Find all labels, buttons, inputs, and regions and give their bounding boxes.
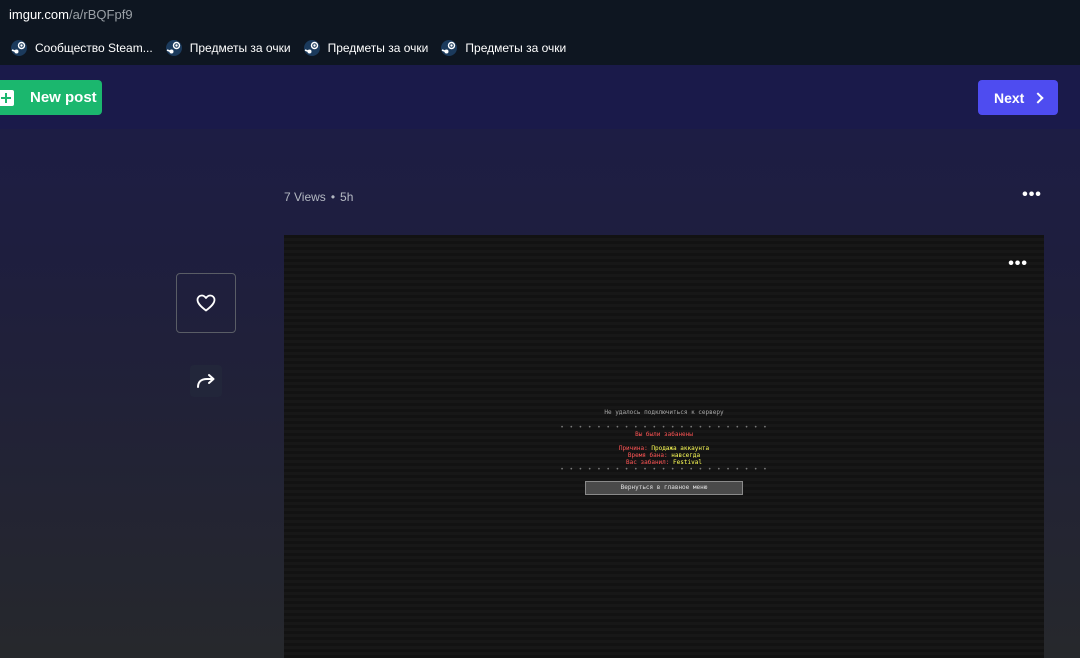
- ban-duration: Время бана: навсегда: [284, 452, 1044, 459]
- share-button[interactable]: [190, 365, 222, 397]
- url-path: /a/rBQFpf9: [68, 7, 133, 22]
- next-button[interactable]: Next: [978, 80, 1058, 115]
- like-button[interactable]: [176, 273, 236, 333]
- top-navbar: New post Next: [0, 65, 1080, 129]
- steam-icon: [441, 39, 458, 56]
- separator-line: • • • • • • • • • • • • • • • • • • • • …: [560, 466, 768, 473]
- imgur-page: New post Next 7 Views • 5h ••• ••• Не удал…: [0, 65, 1080, 658]
- new-post-label: New post: [30, 89, 97, 106]
- bookmark-label: Сообщество Steam...: [35, 40, 153, 55]
- return-to-menu-button: Вернуться в главное меню: [585, 481, 743, 495]
- reason-value: Продажа аккаунта: [651, 445, 710, 452]
- bookmark-points-shop-3[interactable]: Предметы за очки: [440, 39, 566, 57]
- bookmark-points-shop-1[interactable]: Предметы за очки: [165, 39, 291, 57]
- next-label: Next: [994, 89, 1025, 106]
- post-image[interactable]: ••• Не удалось подключиться к серверу • …: [284, 235, 1044, 658]
- plus-icon: [0, 89, 14, 106]
- post-more-options-icon[interactable]: •••: [1020, 183, 1044, 207]
- separator-line: • • • • • • • • • • • • • • • • • • • • …: [560, 424, 768, 431]
- time-value: навсегда: [671, 452, 701, 459]
- ban-message: Вы были забанены: [635, 431, 693, 438]
- reason-label: Причина:: [618, 445, 648, 452]
- ban-reason: Причина: Продажа аккаунта: [284, 445, 1044, 452]
- banned-by: Вас забанил: Festival: [284, 459, 1044, 466]
- disconnect-title: Не удалось подключиться к серверу: [604, 409, 724, 416]
- image-more-options-icon[interactable]: •••: [1008, 255, 1028, 273]
- steam-icon: [11, 39, 27, 56]
- banned-by-label: Вас забанил:: [626, 459, 670, 466]
- url-host: imgur.com: [9, 7, 69, 22]
- new-post-button[interactable]: New post: [0, 80, 102, 115]
- bookmark-steam-community[interactable]: Сообщество Steam...: [10, 39, 153, 57]
- bookmark-label: Предметы за очки: [189, 40, 291, 55]
- chevron-right-icon: [1032, 91, 1045, 104]
- share-arrow-icon: [197, 374, 215, 388]
- banned-by-value: Festival: [673, 459, 702, 466]
- post-age: 5h: [340, 190, 354, 204]
- post-meta: 7 Views • 5h: [284, 190, 353, 204]
- heart-icon: [196, 294, 216, 312]
- bookmark-points-shop-2[interactable]: Предметы за очки: [303, 39, 429, 57]
- bookmarks-bar: Сообщество Steam... Предметы за очки Пре…: [0, 30, 1080, 65]
- bookmark-label: Предметы за очки: [327, 40, 429, 55]
- meta-separator: •: [330, 190, 336, 204]
- view-count: 7 Views: [284, 190, 326, 204]
- address-bar[interactable]: imgur.com/a/rBQFpf9: [0, 0, 1080, 30]
- steam-icon: [165, 39, 182, 56]
- time-label: Время бана:: [627, 452, 668, 459]
- bookmark-label: Предметы за очки: [465, 40, 567, 55]
- steam-icon: [303, 39, 320, 56]
